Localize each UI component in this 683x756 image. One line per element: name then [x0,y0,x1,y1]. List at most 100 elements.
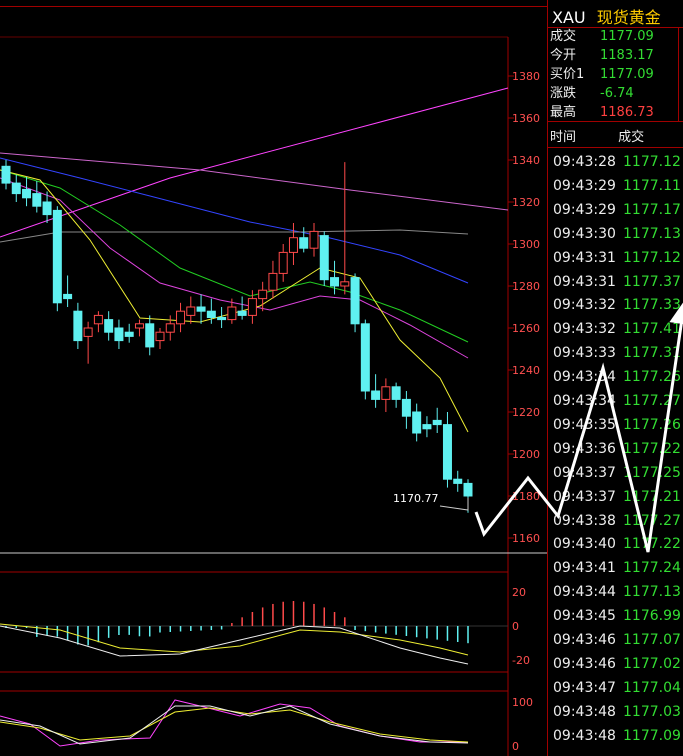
tick-time: 09:43:29 [553,201,616,218]
tick-row: 09:43:34 1177.27 [553,389,681,413]
tick-header: 时间 成交 [550,126,644,145]
tick-row: 09:43:35 1177.26 [553,413,681,437]
ma-line [0,229,469,243]
tick-row: 09:43:47 1177.04 [553,676,681,700]
ma-line [0,157,469,284]
kdj-d [0,707,469,743]
candle-down [401,398,411,417]
tick-time: 09:43:44 [553,584,616,601]
tick-time: 09:43:48 [553,703,616,720]
moving-average-lines [0,87,509,433]
symbol: XAU [552,8,586,27]
candle-down [391,386,401,400]
tick-price: 1177.13 [623,584,681,601]
tick-price: 1177.27 [623,512,681,529]
quote-value: 1186.73 [600,105,654,120]
candle-down [412,411,422,434]
quote-row: 最高 1186.73 [550,104,654,122]
price-chart[interactable]: 1380 1360 1340 1320 1300 1280 1260 1240 1220 1200… [0,0,547,756]
tick-price: 1176.99 [623,608,681,625]
quote-label: 买价1 [550,67,585,82]
candle-down [463,482,473,497]
macd-dea [0,623,469,656]
tick-price: 1177.12 [623,249,681,266]
candle-down [422,424,432,430]
y-tick-label: 1340 [512,154,540,167]
tick-row: 09:43:29 1177.17 [553,198,681,222]
y-tick-label: 1320 [512,196,540,209]
tick-price: 1177.31 [623,345,681,362]
candle-up [176,310,186,325]
tick-time: 09:43:41 [553,560,616,577]
quote-row: 买价1 1177.09 [550,66,654,84]
tick-row: 09:43:34 1177.26 [553,365,681,389]
tick-price: 1177.24 [623,560,681,577]
tick-price: 1177.22 [623,440,681,457]
candle-down [52,209,62,304]
candle-down [330,277,340,287]
tick-row: 09:43:32 1177.33 [553,293,681,317]
tick-row: 09:43:29 1177.11 [553,174,681,198]
quote-value: -6.74 [600,86,634,101]
instrument-title: XAU 现货黄金 [552,4,661,28]
tick-time: 09:43:34 [553,393,616,409]
tick-header-time: 时间 [550,130,577,145]
y-tick-label: 1260 [512,322,540,335]
instrument-name: 现货黄金 [596,8,661,27]
tick-price: 1177.07 [623,632,681,648]
tick-price: 1177.13 [623,225,681,242]
tick-time: 09:43:45 [553,608,616,625]
tick-row: 09:43:48 1177.09 [553,724,681,748]
candle-down [42,201,52,216]
candle-down [114,327,124,342]
tick-row: 09:43:31 1177.37 [553,270,681,294]
macd-dif [0,625,469,665]
tick-price: 1177.22 [623,536,681,553]
candle-up [93,314,103,325]
tick-price: 1177.11 [623,177,681,194]
tick-time: 09:43:37 [553,464,616,481]
candle-down [11,182,21,195]
candle-down [73,310,83,342]
candle-up [268,272,278,291]
tick-row: 09:43:33 1177.31 [553,341,681,365]
candlesticks [1,160,473,513]
tick-price: 1177.03 [623,703,681,720]
tick-time: 09:43:32 [553,321,616,338]
tick-row: 09:43:30 1177.13 [553,222,681,246]
tick-price: 1177.02 [623,655,681,672]
candle-down [432,419,442,426]
tick-time: 09:43:29 [553,177,616,194]
y-tick-label: 1380 [512,70,540,83]
candle-down [217,317,227,321]
candle-down [237,310,247,316]
tick-price: 1177.37 [623,273,681,290]
y-tick-label: 1180 [512,490,540,503]
y-tick-label: 1280 [512,280,540,293]
candle-down [453,478,463,484]
tick-time: 09:43:46 [553,655,616,672]
tick-price: 1177.21 [623,488,681,505]
price-y-axis: 1380 1360 1340 1320 1300 1280 1260 1240 1220 1200… [508,70,540,545]
tick-time: 09:43:32 [553,297,616,314]
candle-up [309,230,319,249]
tick-price: 1177.27 [623,393,681,409]
candle-down [206,310,216,319]
macd-tick-label: 20 [512,586,526,599]
tick-time: 09:43:31 [553,249,616,266]
candle-up [381,386,391,400]
candle-down [124,331,134,337]
candle-down [63,293,73,300]
tick-row: 09:43:38 1177.27 [553,509,681,533]
y-tick-label: 1160 [512,532,540,545]
tick-row: 09:43:46 1177.02 [553,652,681,676]
y-tick-label: 1360 [512,112,540,125]
candle-down [360,323,370,392]
kdj-indicator: 100 0 [0,696,533,753]
tick-price: 1177.12 [623,154,681,170]
tick-time: 09:43:28 [553,154,616,170]
tick-price: 1177.26 [623,416,681,433]
quote-row: 成交 1177.09 [550,28,654,46]
tick-time: 09:43:48 [553,727,616,744]
candle-up [288,237,298,253]
